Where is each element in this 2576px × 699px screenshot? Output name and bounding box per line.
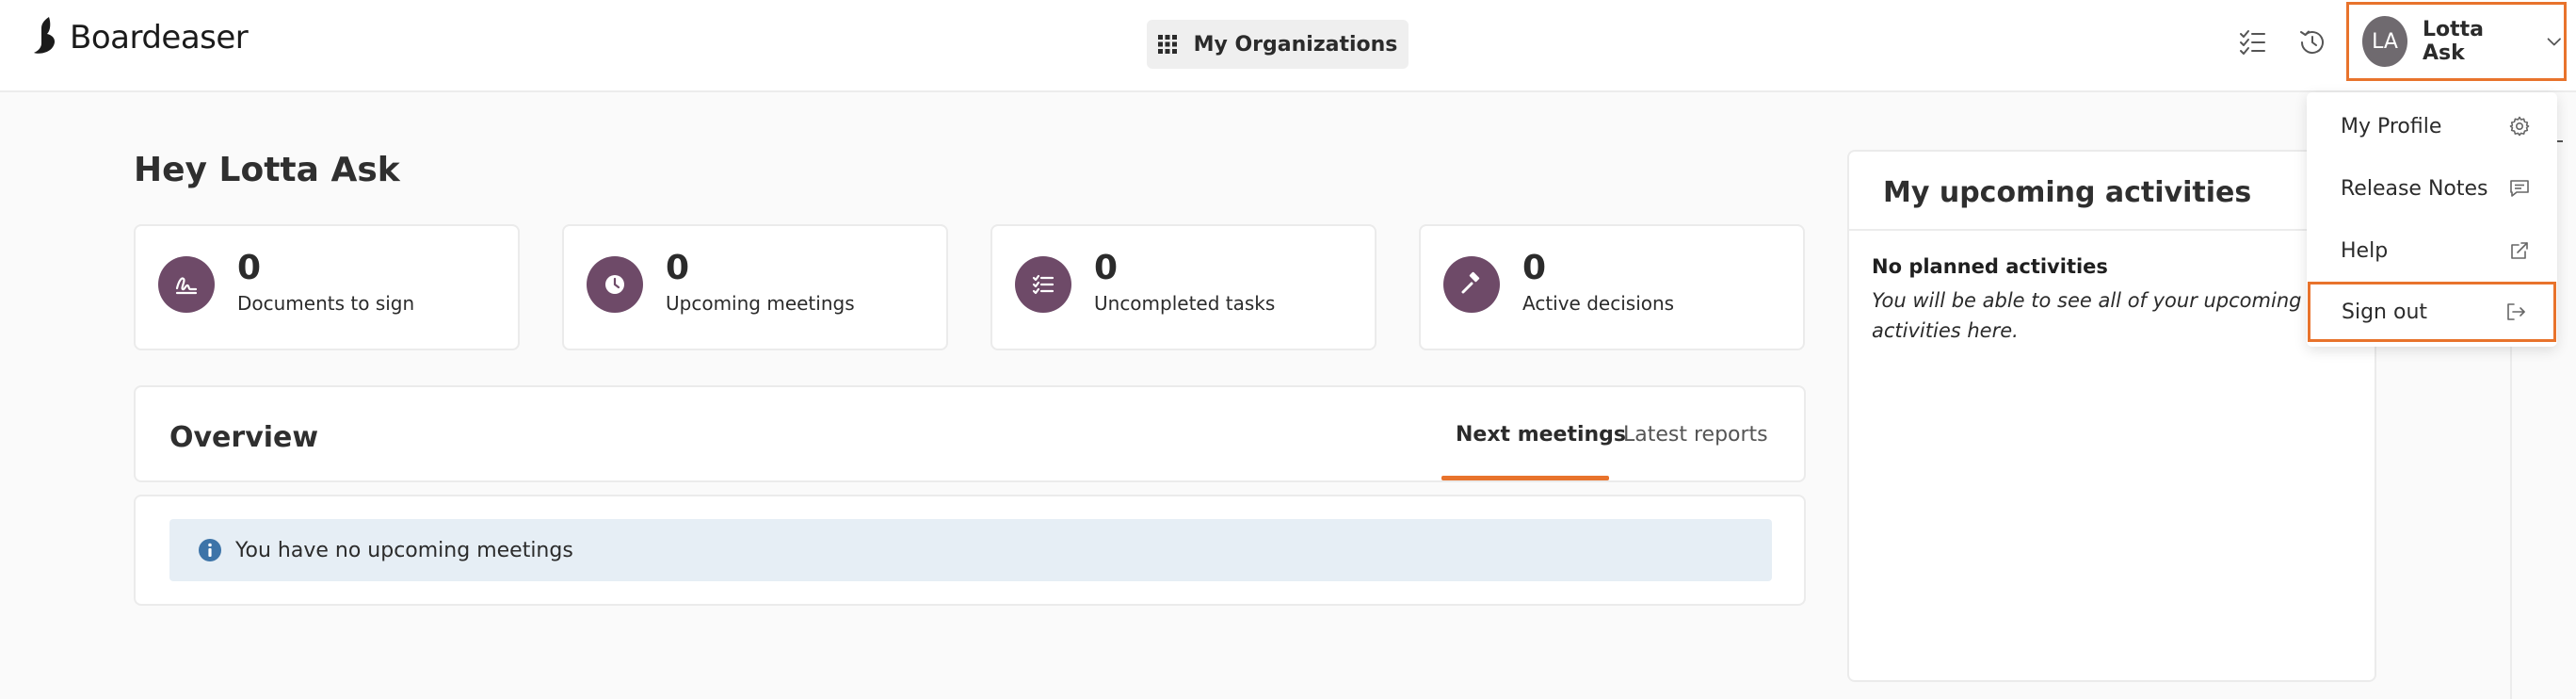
history-button[interactable] <box>2297 27 2327 57</box>
logo-text: Boardeaser <box>70 19 249 57</box>
sign-out-icon <box>2507 303 2525 320</box>
stat-icon-circle <box>587 256 643 313</box>
stat-card-documents-to-sign[interactable]: 0 Documents to sign <box>134 224 520 350</box>
stat-value: 0 <box>237 249 262 287</box>
divider <box>1849 229 2375 231</box>
history-icon <box>2300 30 2324 55</box>
stat-icon-circle <box>1443 256 1500 313</box>
active-tab-indicator <box>1441 476 1609 480</box>
boardeaser-logo[interactable]: Boardeaser <box>30 15 249 60</box>
overview-title: Overview <box>169 421 319 454</box>
stat-card-upcoming-meetings[interactable]: 0 Upcoming meetings <box>562 224 948 350</box>
logo-mark-icon <box>34 17 55 54</box>
no-activities-text: You will be able to see all of your upco… <box>1872 289 2302 342</box>
stat-card-active-decisions[interactable]: 0 Active decisions <box>1419 224 1805 350</box>
top-header: Boardeaser My Organizations LA Lotta Ask <box>0 0 2576 92</box>
menu-item-label: Sign out <box>2342 300 2428 324</box>
menu-item-my-profile[interactable]: My Profile <box>2307 96 2557 156</box>
stat-card-uncompleted-tasks[interactable]: 0 Uncompleted tasks <box>990 224 1377 350</box>
stat-icon-circle <box>1015 256 1071 313</box>
user-menu-button[interactable]: LA Lotta Ask <box>2346 2 2567 81</box>
stat-value: 0 <box>1094 249 1119 287</box>
tab-latest-reports[interactable]: Latest reports <box>1623 423 1768 447</box>
message-icon <box>2510 180 2529 197</box>
upcoming-activities-panel: My upcoming activities No planned activi… <box>1847 150 2376 682</box>
stat-label: Uncompleted tasks <box>1094 292 1276 315</box>
menu-item-help[interactable]: Help <box>2307 220 2557 281</box>
grid-icon <box>1157 35 1177 54</box>
stat-label: Active decisions <box>1522 292 1675 315</box>
no-meetings-message: You have no upcoming meetings <box>235 538 573 562</box>
stat-value: 0 <box>666 249 690 287</box>
checklist-icon <box>2240 30 2265 55</box>
chevron-down-icon <box>2548 38 2562 46</box>
menu-item-sign-out[interactable]: Sign out <box>2308 282 2556 342</box>
signature-icon <box>175 277 198 295</box>
user-name: Lotta Ask <box>2423 18 2485 65</box>
tasks-checklist-button[interactable] <box>2237 27 2267 57</box>
external-link-icon <box>2511 242 2528 259</box>
info-banner: You have no upcoming meetings <box>169 519 1772 581</box>
no-activities-heading: No planned activities <box>1872 255 2108 278</box>
avatar: LA <box>2362 16 2408 67</box>
info-icon <box>199 539 221 561</box>
stat-label: Upcoming meetings <box>666 292 855 315</box>
meetings-panel: You have no upcoming meetings <box>134 495 1806 606</box>
gear-icon <box>2509 116 2530 137</box>
menu-item-label: Release Notes <box>2341 176 2488 201</box>
menu-item-label: My Profile <box>2341 114 2442 138</box>
my-organizations-label: My Organizations <box>1193 32 1398 57</box>
stat-icon-circle <box>158 256 215 313</box>
activities-title: My upcoming activities <box>1883 176 2252 209</box>
my-organizations-button[interactable]: My Organizations <box>1147 20 1409 69</box>
page-title: Hey Lotta Ask <box>134 151 400 189</box>
menu-item-release-notes[interactable]: Release Notes <box>2307 158 2557 219</box>
overview-panel: Overview Next meetings Latest reports <box>134 385 1806 482</box>
stat-value: 0 <box>1522 249 1547 287</box>
user-dropdown-menu: My Profile Release Notes Help Sign out <box>2307 92 2557 347</box>
tab-next-meetings[interactable]: Next meetings <box>1456 423 1626 447</box>
gavel-icon <box>1461 271 1480 294</box>
stat-label: Documents to sign <box>237 292 415 315</box>
checklist-icon <box>1032 274 1055 295</box>
clock-icon <box>605 275 624 294</box>
menu-item-label: Help <box>2341 238 2389 263</box>
